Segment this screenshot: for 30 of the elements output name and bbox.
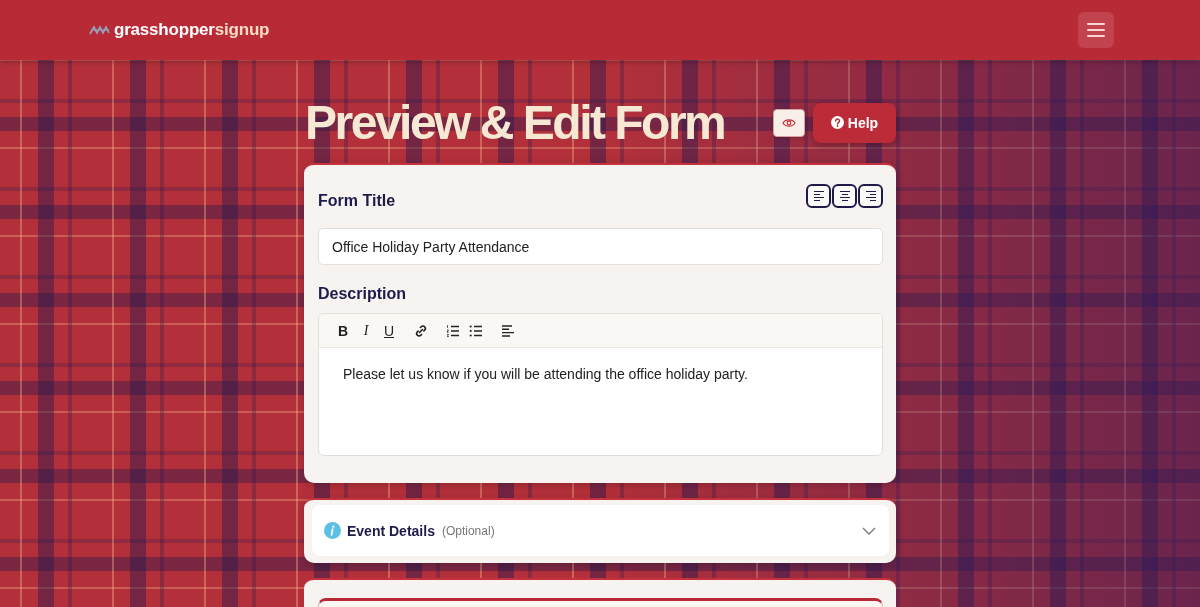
menu-button[interactable]: [1078, 12, 1114, 48]
align-left-icon: [501, 323, 515, 338]
align-center-button[interactable]: [832, 184, 857, 208]
menu-icon: [1087, 23, 1105, 37]
numbered-list-icon: [446, 323, 460, 338]
bold-button[interactable]: B: [333, 319, 353, 342]
align-left-icon: [812, 190, 825, 202]
italic-button[interactable]: I: [356, 319, 376, 342]
help-icon: [830, 116, 844, 129]
accordion-header[interactable]: Event Details (Optional): [312, 505, 889, 556]
align-left-button[interactable]: [806, 184, 831, 208]
bullet-list-icon: [469, 323, 483, 338]
align-right-button[interactable]: [858, 184, 883, 208]
logo-icon: [89, 24, 110, 36]
field-label: Form Title: [318, 191, 396, 210]
optional-note: (Optional): [441, 523, 495, 538]
link-icon: [414, 323, 428, 338]
page-title: Preview & Edit Form: [304, 96, 725, 149]
align-center-icon: [838, 190, 851, 202]
field-label: Description: [318, 284, 407, 303]
info-icon: [324, 522, 341, 539]
section-title: Event Details: [347, 522, 435, 539]
preview-button[interactable]: [773, 108, 805, 137]
help-button[interactable]: Help: [813, 102, 896, 143]
underline-button[interactable]: U: [379, 319, 399, 342]
brand-name[interactable]: grasshoppersignup: [114, 20, 270, 40]
title-input[interactable]: Office Holiday Party Attendance: [318, 228, 883, 265]
eye-icon: [782, 117, 796, 128]
description-field[interactable]: Please let us know if you will be attending the office holiday party.: [319, 348, 882, 455]
align-right-icon: [864, 190, 877, 202]
